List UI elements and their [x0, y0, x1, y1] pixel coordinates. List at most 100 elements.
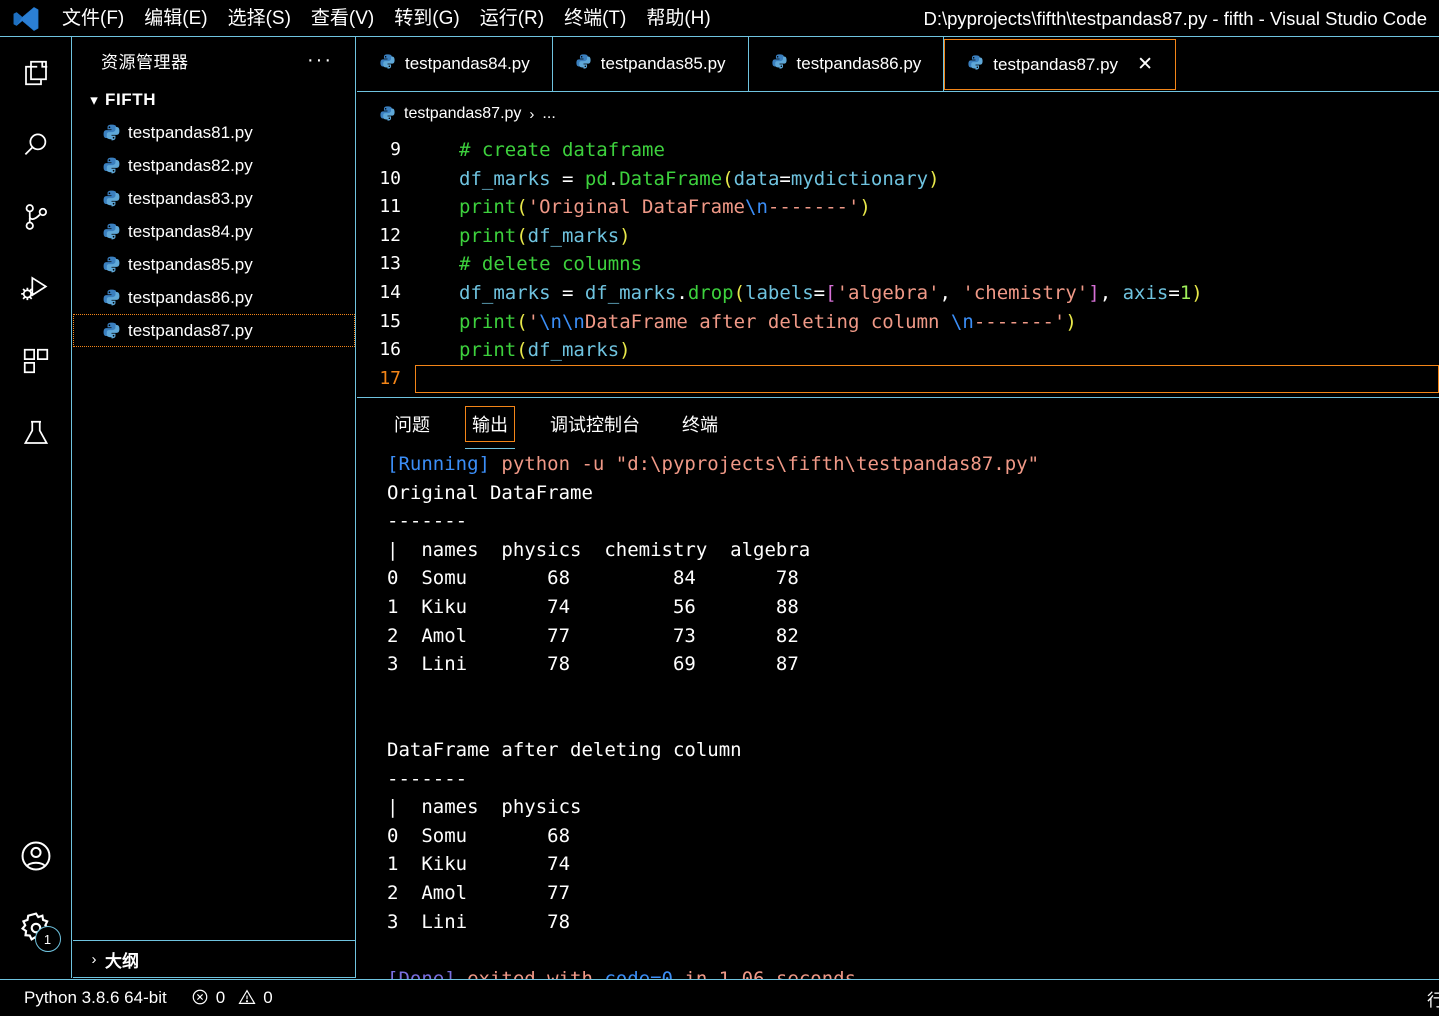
panel-tab-output[interactable]: 输出 [465, 406, 515, 449]
output-line: 2 Amol 77 73 82 [387, 622, 1439, 651]
status-bar-right: 行 [1415, 980, 1439, 1016]
file-label: testpandas85.py [128, 254, 253, 274]
file-item-testpandas87[interactable]: testpandas87.py [73, 314, 355, 347]
code-editor[interactable]: 9 # create dataframe 10 df_marks = pd.DataF… [357, 136, 1439, 397]
menu-go[interactable]: 转到(G) [384, 0, 469, 37]
status-line-indicator[interactable]: 行 [1415, 980, 1439, 1016]
file-label: testpandas86.py [128, 287, 253, 307]
gear-icon[interactable]: 1 [0, 892, 72, 964]
source-control-icon[interactable] [0, 181, 72, 253]
code-text: df_marks = pd.DataFrame(data=mydictionar… [415, 165, 940, 194]
file-item-testpandas86[interactable]: testpandas86.py [73, 281, 355, 314]
tab-testpandas87[interactable]: testpandas87.py ✕ [944, 39, 1176, 90]
panel-tab-debug-console[interactable]: 调试控制台 [543, 406, 647, 442]
file-item-testpandas81[interactable]: testpandas81.py [73, 116, 355, 149]
file-item-testpandas82[interactable]: testpandas82.py [73, 149, 355, 182]
code-token: = [550, 281, 585, 304]
menu-edit[interactable]: 编辑(E) [134, 0, 217, 37]
code-token: ) [619, 224, 631, 247]
tab-testpandas86[interactable]: testpandas86.py [749, 37, 945, 91]
account-icon[interactable] [0, 820, 72, 892]
sidebar-fill [73, 347, 355, 940]
code-token: DataFrame after deleting column [584, 310, 951, 333]
tab-label: testpandas86.py [796, 54, 922, 73]
code-line[interactable]: 12 print(df_marks) [357, 222, 1439, 251]
code-line[interactable]: 14 df_marks = df_marks.drop(labels=['alge… [357, 279, 1439, 308]
line-number: 10 [379, 167, 401, 189]
breadcrumb: testpandas87.py › ... [357, 92, 1439, 136]
menu-view[interactable]: 查看(V) [301, 0, 384, 37]
code-token: drop [687, 281, 734, 304]
menu-run[interactable]: 运行(R) [470, 0, 554, 37]
run-debug-icon[interactable] [0, 253, 72, 325]
code-line[interactable]: 17 [357, 364, 1439, 394]
output-line: 0 Somu 68 [387, 822, 1439, 851]
status-line-label: 行 [1427, 990, 1439, 1010]
tree-root-fifth[interactable]: ▾ FIFTH [73, 83, 355, 116]
code-token: , [1099, 281, 1123, 304]
output-line: 3 Lini 78 [387, 908, 1439, 937]
sidebar-more-actions-icon[interactable]: ··· [307, 50, 333, 70]
file-label: testpandas81.py [128, 122, 253, 142]
error-count: 0 [215, 988, 226, 1007]
python-file-icon [379, 53, 396, 75]
file-item-testpandas83[interactable]: testpandas83.py [73, 182, 355, 215]
outline-section-header[interactable]: › 大纲 [73, 940, 355, 978]
vscode-window: 文件(F) 编辑(E) 选择(S) 查看(V) 转到(G) 运行(R) 终端(T… [0, 0, 1439, 1016]
chevron-right-icon: › [529, 105, 535, 123]
output-content[interactable]: [Running] python -u "d:\pyprojects\fifth… [357, 450, 1439, 985]
status-python-version[interactable]: Python 3.8.6 64-bit [12, 980, 179, 1016]
menu-terminal[interactable]: 终端(T) [554, 0, 636, 37]
code-text: df_marks = df_marks.drop(labels=['algebr… [415, 279, 1203, 308]
file-item-testpandas84[interactable]: testpandas84.py [73, 215, 355, 248]
search-icon[interactable] [0, 109, 72, 181]
tab-testpandas84[interactable]: testpandas84.py [357, 37, 553, 91]
breadcrumb-rest[interactable]: ... [542, 105, 555, 123]
extensions-icon[interactable] [0, 325, 72, 397]
warning-count: 0 [263, 988, 273, 1007]
tab-testpandas85[interactable]: testpandas85.py [553, 37, 749, 91]
code-line[interactable]: 9 # create dataframe [357, 136, 1439, 165]
panel-tab-terminal[interactable]: 终端 [675, 406, 725, 442]
panel-tab-bar: 问题 输出 调试控制台 终端 [357, 398, 1439, 450]
code-line[interactable]: 11 print('Original DataFrame\n-------') [357, 193, 1439, 222]
output-segment: DataFrame after deleting column [387, 738, 754, 761]
testing-flask-icon[interactable] [0, 397, 72, 469]
output-segment: ------- [387, 510, 468, 533]
code-token: print [459, 339, 517, 362]
status-bar: Python 3.8.6 64-bit 0 0 行 [0, 979, 1439, 1016]
code-line[interactable]: 10 df_marks = pd.DataFrame(data=mydiction… [357, 165, 1439, 194]
outline-label: 大纲 [105, 951, 139, 971]
menu-file[interactable]: 文件(F) [52, 0, 134, 37]
explorer-icon[interactable] [0, 37, 72, 109]
code-token: DataFrame [619, 167, 723, 190]
code-line[interactable]: 13 # delete columns [357, 250, 1439, 279]
menu-selection[interactable]: 选择(S) [218, 0, 301, 37]
chevron-right-icon: › [91, 950, 97, 968]
code-line[interactable]: 16 print(df_marks) [357, 336, 1439, 365]
python-file-icon [102, 321, 128, 340]
menu-help[interactable]: 帮助(H) [636, 0, 720, 37]
line-number: 14 [379, 281, 401, 303]
bottom-panel: 问题 输出 调试控制台 终端 [Running] python -u "d:\p… [357, 398, 1439, 985]
code-token: ) [1191, 281, 1203, 304]
status-problems[interactable]: 0 0 [179, 980, 285, 1016]
line-number: 15 [379, 310, 401, 332]
output-segment: 0 Somu 68 [387, 824, 571, 847]
close-icon[interactable]: ✕ [1137, 53, 1153, 76]
panel-tab-problems[interactable]: 问题 [387, 406, 437, 442]
python-file-icon [771, 53, 788, 75]
breadcrumb-file[interactable]: testpandas87.py [404, 105, 521, 123]
code-token: pd [584, 167, 608, 190]
file-item-testpandas85[interactable]: testpandas85.py [73, 248, 355, 281]
code-token: df_marks [584, 281, 677, 304]
code-token: ) [928, 167, 940, 190]
code-token: 'Original DataFrame [527, 196, 745, 219]
code-token: ' [527, 310, 540, 333]
warning-triangle-icon [238, 988, 256, 1008]
code-line[interactable]: 15 print('\n\nDataFrame after deleting co… [357, 308, 1439, 337]
code-token: df_marks [459, 281, 551, 304]
